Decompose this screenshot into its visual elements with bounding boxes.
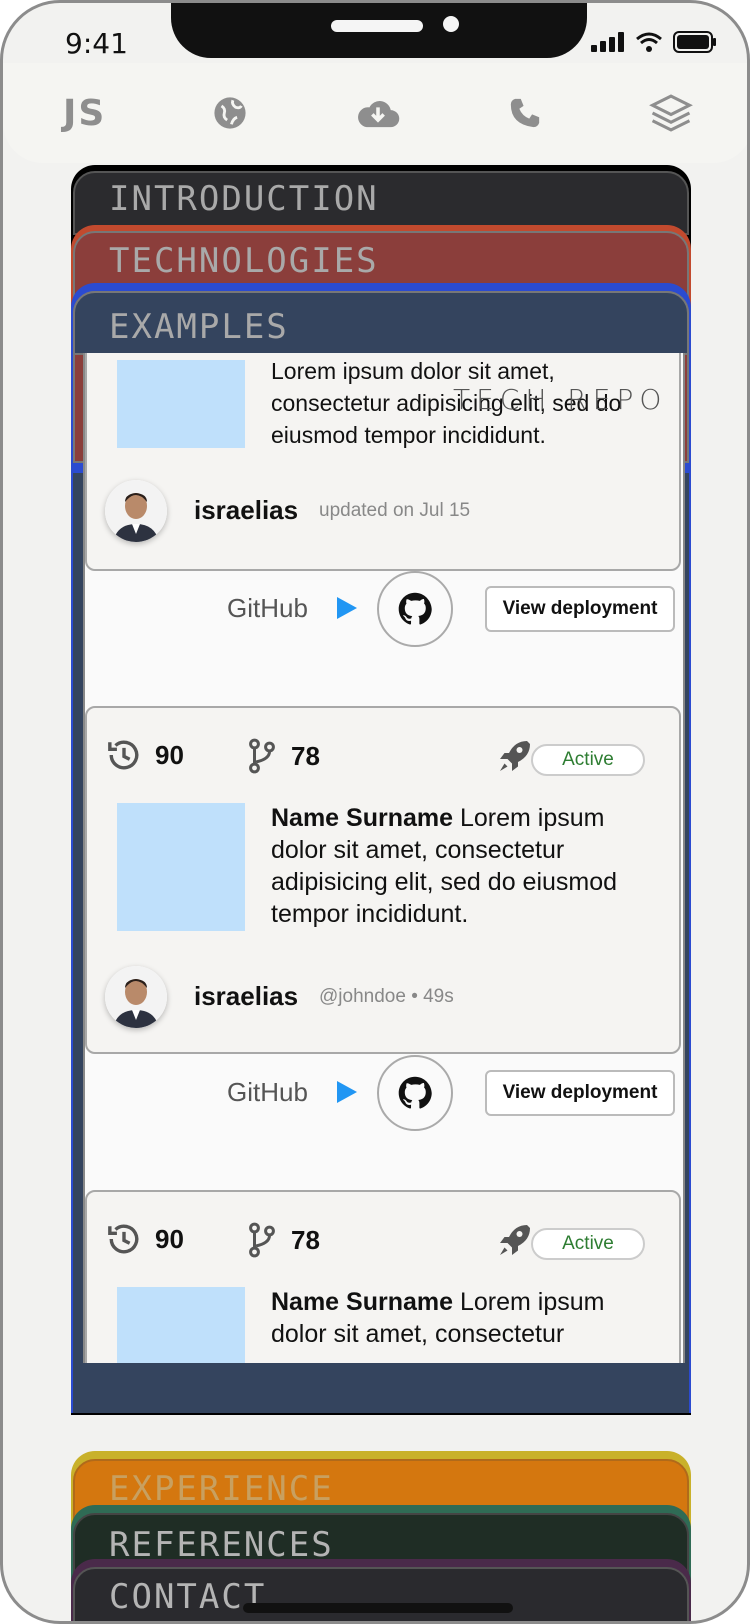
- avatar: [105, 966, 167, 1028]
- cloud-download-icon[interactable]: [355, 96, 401, 130]
- view-deployment-button[interactable]: View deployment: [485, 1070, 675, 1116]
- phone-icon[interactable]: [508, 96, 542, 130]
- username[interactable]: israelias: [194, 981, 298, 1012]
- signal-icon: [591, 32, 624, 52]
- project-thumbnail: [117, 1287, 245, 1363]
- status-badge: Active: [531, 1228, 645, 1260]
- branch-value: 78: [291, 1224, 320, 1255]
- speaker: [331, 20, 423, 32]
- project-card: 90 78 Active Name Surname Lorem ipsum do…: [85, 706, 681, 1054]
- phone-frame: JS 9:41 INTRODUCTION TECHNOLOGIES EXAMPL…: [0, 0, 750, 1624]
- branch-value: 78: [291, 740, 320, 771]
- play-icon: [337, 1081, 357, 1103]
- branch-count: 78: [247, 738, 320, 774]
- project-thumbnail: [117, 803, 245, 931]
- notch: [171, 3, 587, 58]
- commit-count: 90: [107, 1222, 184, 1256]
- branch-count: 78: [247, 1222, 320, 1258]
- commit-value: 90: [155, 1223, 184, 1254]
- github-icon: [398, 1076, 432, 1109]
- project-description: Name Surname Lorem ipsum dolor sit amet,…: [271, 1286, 651, 1350]
- github-label: GitHub: [227, 593, 308, 623]
- logo[interactable]: JS: [63, 93, 106, 134]
- tab-examples[interactable]: EXAMPLES: [109, 307, 289, 347]
- layers-icon[interactable]: [649, 93, 693, 133]
- tab-introduction[interactable]: INTRODUCTION: [109, 179, 379, 219]
- status-icons: [591, 31, 717, 53]
- globe-icon[interactable]: [213, 96, 247, 130]
- branch-icon: [249, 738, 275, 774]
- github-button[interactable]: [377, 571, 453, 647]
- overlay-heading: TECH REPO: [453, 383, 668, 416]
- branch-icon: [249, 1222, 275, 1258]
- history-icon: [108, 1224, 139, 1254]
- github-label: GitHub: [227, 1077, 308, 1107]
- card-actions: GitHub View deployment: [85, 1055, 681, 1185]
- tab-technologies[interactable]: TECHNOLOGIES: [109, 241, 379, 281]
- commit-value: 90: [155, 739, 184, 770]
- avatar: [105, 480, 167, 542]
- commit-count: 90: [107, 738, 184, 772]
- wifi-icon: [636, 32, 662, 52]
- top-nav: JS: [3, 63, 747, 163]
- author-name: Name Surname: [271, 804, 454, 832]
- project-thumbnail: [117, 360, 245, 448]
- project-card: 90 78 Active Name Surname Lorem ipsum do…: [85, 1190, 681, 1363]
- username[interactable]: israelias: [194, 495, 298, 526]
- github-icon: [398, 592, 432, 625]
- tab-contact[interactable]: CONTACT: [109, 1577, 266, 1617]
- project-description: Name Surname Lorem ipsum dolor sit amet,…: [271, 802, 651, 930]
- author-name: Name Surname: [271, 1288, 454, 1316]
- home-indicator: [243, 1603, 513, 1613]
- updated-meta: updated on Jul 15: [319, 500, 471, 521]
- history-icon: [108, 740, 139, 770]
- view-deployment-button[interactable]: View deployment: [485, 586, 675, 632]
- battery-icon: [673, 31, 716, 53]
- rocket-icon: [500, 741, 530, 771]
- github-button[interactable]: [377, 1055, 453, 1131]
- tab-experience[interactable]: EXPERIENCE: [109, 1469, 334, 1509]
- status-time: 9:41: [65, 27, 128, 60]
- section-contact[interactable]: CONTACT: [71, 1559, 691, 1621]
- play-icon: [337, 597, 357, 619]
- examples-content[interactable]: Lorem ipsum dolor sit amet, consectetur …: [83, 353, 685, 1363]
- user-meta: @johndoe • 49s: [319, 986, 454, 1007]
- status-badge: Active: [531, 744, 645, 776]
- rocket-icon: [500, 1225, 530, 1255]
- card-actions: GitHub View deployment: [85, 571, 681, 701]
- camera: [443, 16, 459, 32]
